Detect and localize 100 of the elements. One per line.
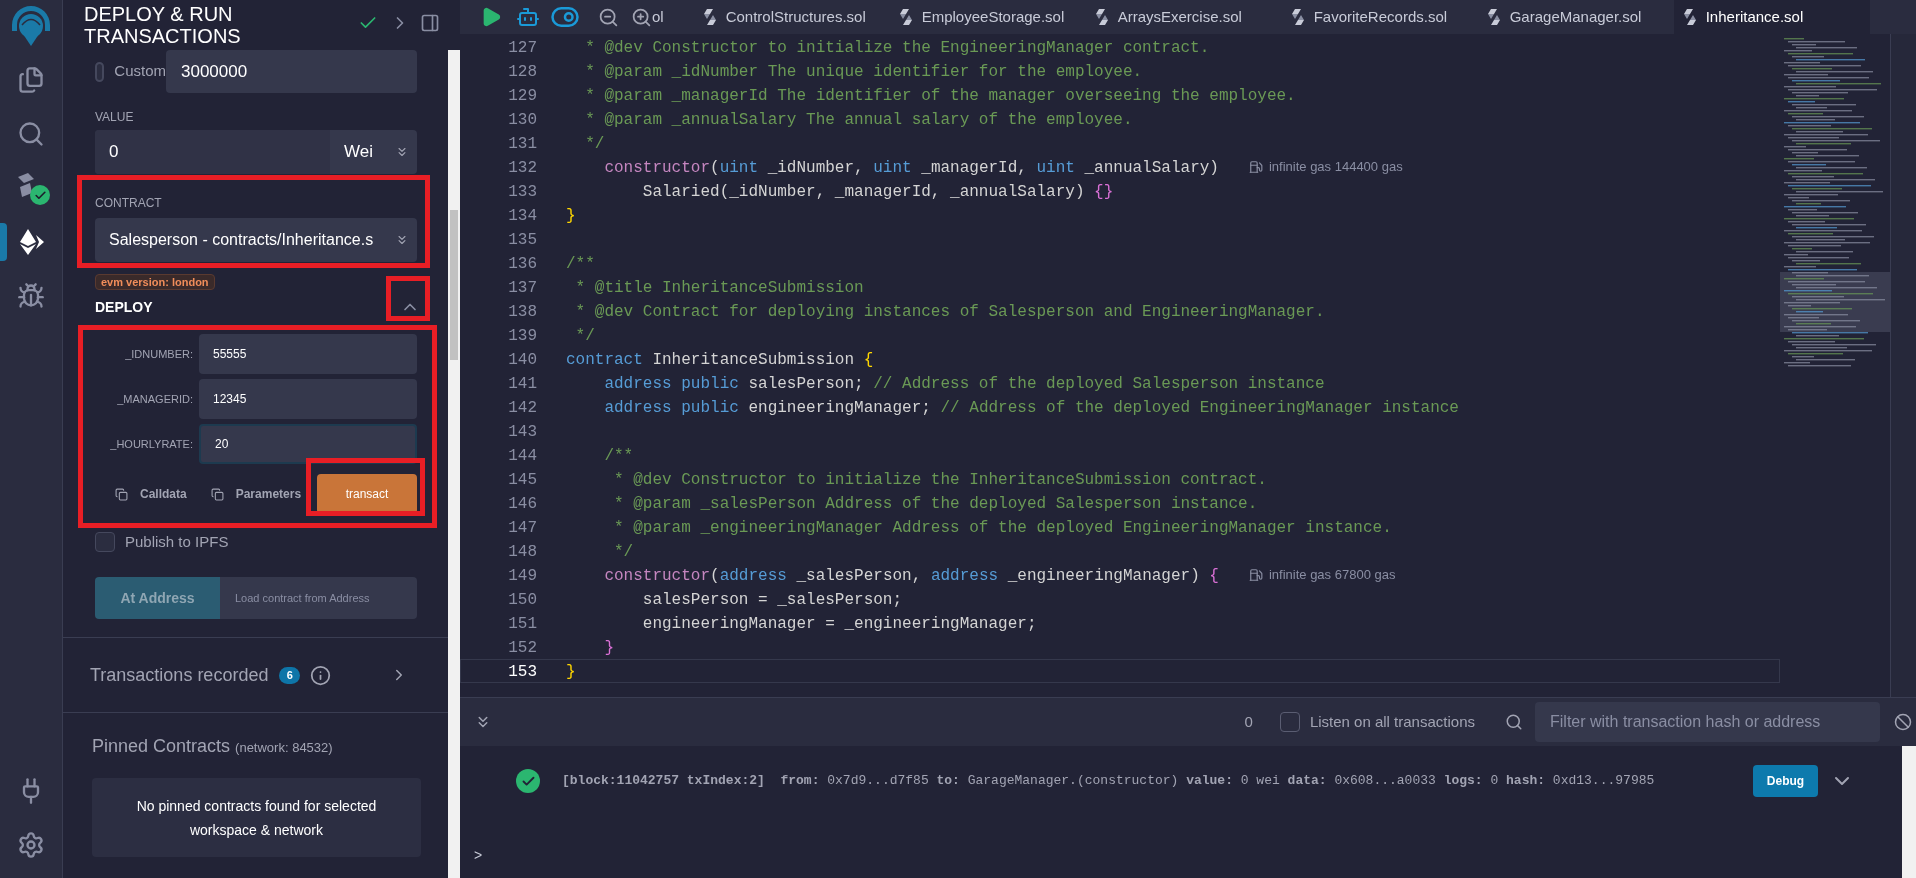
line-number: 139 xyxy=(507,326,538,346)
search-icon[interactable] xyxy=(17,120,45,148)
code-line: contract InheritanceSubmission { xyxy=(566,350,874,370)
solidity-icon xyxy=(1683,9,1696,25)
code-line: * @param _engineeringManager Address of the deployed EngineeringManager instance. xyxy=(613,518,1392,538)
zoom-in-icon[interactable] xyxy=(631,6,652,28)
line-number: 153 xyxy=(507,662,538,682)
evm-version-badge: evm version: london xyxy=(95,274,215,290)
file-tab[interactable]: EmployeeStorage.sol xyxy=(889,0,1086,34)
checkbox[interactable] xyxy=(1279,712,1300,732)
line-number: 128 xyxy=(507,62,538,82)
section-title: Transactions recorded xyxy=(90,663,269,687)
copy-button[interactable]: Parameters xyxy=(210,485,302,503)
line-number: 147 xyxy=(507,518,538,538)
code-line: */ xyxy=(584,134,605,154)
code-line: * @param _annualSalary The annual salary of the employee. xyxy=(584,110,1133,130)
filter-field[interactable]: Filter with transaction hash or address xyxy=(1535,702,1880,742)
code-line: * @title InheritanceSubmission xyxy=(574,278,864,298)
line-number: 133 xyxy=(507,182,538,202)
unit-select[interactable]: Wei xyxy=(330,130,417,174)
terminal-scrollbar[interactable] xyxy=(1902,746,1916,878)
parameter-field[interactable]: 55555 xyxy=(199,334,417,374)
solidity-icon xyxy=(1291,9,1304,25)
parameter-label: _MANAGERID: xyxy=(116,391,194,407)
code-line: * @dev Constructor to initialize the InheritanceSubmission contract. xyxy=(613,470,1267,490)
highlight-frame xyxy=(386,276,430,321)
panel-toggle-icon[interactable] xyxy=(420,13,440,33)
debug-button[interactable]: Debug xyxy=(1753,765,1818,797)
line-number: 138 xyxy=(507,302,538,322)
gas-hint: infinite gas 144400 gas xyxy=(1268,158,1403,176)
line-number: 142 xyxy=(507,398,538,418)
code-line: constructor(address _salesPerson, address _engineeringManager) { xyxy=(603,566,1219,586)
line-number: 130 xyxy=(507,110,538,130)
line-number: 131 xyxy=(507,134,538,154)
radio-button[interactable] xyxy=(95,61,105,82)
line-number: 137 xyxy=(507,278,538,298)
code-line: } xyxy=(566,206,576,226)
line-number: 151 xyxy=(507,614,538,634)
parameter-field[interactable]: 12345 xyxy=(199,379,417,419)
line-number: 148 xyxy=(507,542,538,562)
solidity-icon xyxy=(899,9,912,25)
scrollbar-thumb[interactable] xyxy=(450,210,458,360)
search-icon[interactable] xyxy=(1505,713,1523,731)
zoom-out-icon[interactable] xyxy=(598,6,619,28)
file-tab[interactable]: ControlStructures.sol xyxy=(693,0,890,34)
editor-scrollbar[interactable] xyxy=(1890,34,1916,697)
code-line: } xyxy=(603,638,614,658)
line-number: 145 xyxy=(507,470,538,490)
code-line: constructor(uint _idNumber, uint _managerId, uint _annualSalary) xyxy=(603,158,1219,178)
address-field[interactable]: Load contract from Address xyxy=(220,577,417,619)
file-tab[interactable]: Inheritance.sol xyxy=(1673,0,1870,34)
empty-message: No pinned contracts found for selected workspace & network xyxy=(135,796,378,840)
code-line: */ xyxy=(613,542,634,562)
bug-icon[interactable] xyxy=(17,282,45,310)
parameter-label: _IDNUMBER: xyxy=(124,346,194,362)
copy-button[interactable]: Calldata xyxy=(115,485,187,503)
field-label: VALUE xyxy=(95,110,135,124)
radio-label: Custom xyxy=(114,61,166,82)
line-number: 127 xyxy=(507,38,538,58)
gas-icon xyxy=(1248,568,1263,582)
solidity-icon xyxy=(1487,9,1500,25)
code-line: address public engineeringManager; // Address of the deployed EngineeringManager instance xyxy=(603,398,1459,418)
line-number: 141 xyxy=(507,374,538,394)
file-tab[interactable]: GarageManager.sol xyxy=(1477,0,1674,34)
solidity-icon xyxy=(703,9,716,25)
file-tab[interactable]: ol xyxy=(652,0,694,34)
checkbox-label: Publish to IPFS xyxy=(125,531,229,552)
section-title: DEPLOY xyxy=(95,297,153,317)
line-number: 132 xyxy=(507,158,538,178)
copy-icon xyxy=(115,487,128,501)
line-number: 135 xyxy=(507,230,538,250)
section-title: Pinned Contracts xyxy=(92,735,231,758)
clear-icon[interactable] xyxy=(1894,713,1912,731)
parameter-field[interactable]: 20 xyxy=(199,424,417,464)
log-entry[interactable]: [block:11042757 txIndex:2] from: 0x7d9...d7f85 to: GarageManager.(constructor) value: 0 wei data: 0x608...a0033 logs: 0 hash: 0xd13...97985 xyxy=(562,771,1655,791)
gas-limit-field[interactable]: 3000000 xyxy=(166,50,417,93)
line-number: 150 xyxy=(507,590,538,610)
code-line: * @dev Constructor to initialize the EngineeringManager contract. xyxy=(584,38,1210,58)
scrollbar[interactable] xyxy=(448,50,460,878)
file-tab[interactable]: FavoriteRecords.sol xyxy=(1281,0,1478,34)
line-number: 149 xyxy=(507,566,538,586)
settings-icon[interactable] xyxy=(17,831,45,859)
transaction-count: 0 xyxy=(1244,711,1253,732)
robot-icon[interactable] xyxy=(516,5,540,29)
code-line: * @param _salesPerson Address of the deployed Salesperson instance. xyxy=(613,494,1258,514)
line-number: 152 xyxy=(507,638,538,658)
line-number: 140 xyxy=(507,350,538,370)
network-label: (network: 84532) xyxy=(235,739,333,757)
line-number: 143 xyxy=(507,422,538,442)
info-icon[interactable] xyxy=(310,664,332,686)
checkbox[interactable] xyxy=(95,532,115,552)
value-field[interactable]: 0 xyxy=(95,130,330,174)
copy-icon xyxy=(210,487,224,501)
files-icon[interactable] xyxy=(17,66,45,94)
code-line: /** xyxy=(603,446,634,466)
file-tab[interactable]: ArraysExercise.sol xyxy=(1085,0,1282,34)
contract-select[interactable]: Salesperson - contracts/Inheritance.s xyxy=(95,218,417,262)
code-line: salesPerson = _salesPerson; xyxy=(641,590,903,610)
solidity-icon xyxy=(1095,9,1108,25)
code-line: * @param _managerId The identifier of the manager overseeing the employee. xyxy=(584,86,1296,106)
